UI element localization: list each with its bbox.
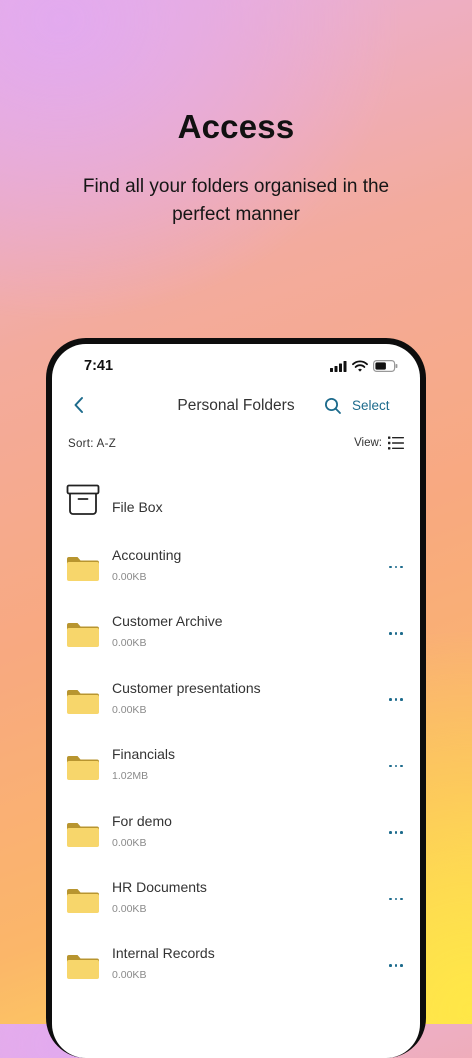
more-dot [389,831,392,834]
folder-icon [67,756,99,781]
more-dot [389,964,392,967]
folder-icon [67,557,99,581]
list-view-icon [388,436,404,450]
folder-icon [67,623,99,648]
more-dot [394,632,398,635]
more-dot [389,565,392,569]
more-dot [394,764,398,768]
archive-box-icon [66,484,100,515]
folder-name: Customer presentations [112,679,261,696]
folder-size: 0.00KB [112,703,147,716]
more-dot [394,964,398,967]
search-icon[interactable] [324,397,342,415]
folder-row[interactable]: Internal Records 0.00KB [52,938,420,1004]
select-button[interactable]: Select [352,398,390,413]
phone-frame: 7:41 Personal Folders Select Sort: A-Z V… [46,338,426,1058]
view-toggle[interactable]: View: [354,436,404,450]
folder-size: 1.02MB [112,770,149,783]
more-dot [400,964,403,967]
list-toolbar: Sort: A-Z View: [52,432,420,460]
more-dot [389,632,392,635]
folder-size: 0.00KB [112,969,147,982]
folder-size: 0.00KB [112,637,147,650]
file-box-row[interactable]: File Box [66,484,406,524]
folder-size: 0.00KB [112,571,147,583]
status-bar: 7:41 [52,344,420,386]
folder-list: Accounting 0.00KB Customer Archive 0.00K… [52,540,420,1005]
folder-name: For demo [112,812,172,829]
folder-icon [67,888,99,913]
subline: Find all your folders organised in the p… [82,176,390,225]
more-options-icon[interactable] [386,759,406,773]
folder-icon [67,822,99,847]
file-box-label: File Box [112,499,163,515]
more-dot [400,632,403,635]
battery-icon [373,360,398,372]
more-dot [400,831,403,834]
folder-name: Accounting [112,547,182,563]
folder-name: HR Documents [112,878,207,895]
signal-icon [330,360,347,372]
more-dot [400,698,403,702]
more-dot [394,831,398,834]
more-options-icon[interactable] [386,826,406,840]
more-dot [400,764,403,768]
more-dot [389,764,392,768]
headline: Access [177,108,295,145]
sort-button[interactable]: Sort: A-Z [68,438,116,450]
folder-size: 0.00KB [112,902,147,915]
folder-row[interactable]: Financials 1.02MB [52,739,420,805]
more-options-icon[interactable] [386,626,406,640]
phone-screen: 7:41 Personal Folders Select Sort: A-Z V… [52,344,420,1058]
folder-size: 0.00KB [112,836,147,849]
nav-bar: Personal Folders Select [52,388,420,424]
view-label: View: [354,437,382,449]
more-dot [400,565,403,569]
folder-row[interactable]: Customer presentations 0.00KB [52,673,420,739]
folder-row[interactable]: HR Documents 0.00KB [52,872,420,938]
folder-name: Internal Records [112,945,215,962]
folder-row[interactable]: Accounting 0.00KB [52,540,420,606]
folder-row[interactable]: For demo 0.00KB [52,806,420,872]
folder-icon [67,689,99,714]
more-dot [389,698,392,702]
folder-row[interactable]: Customer Archive 0.00KB [52,606,420,672]
more-options-icon[interactable] [386,693,406,707]
more-dot [400,897,403,901]
more-options-icon[interactable] [386,560,406,574]
status-icons [330,360,398,372]
more-dot [394,698,398,702]
folder-icon [67,955,99,980]
folder-name: Customer Archive [112,613,223,630]
more-dot [394,897,398,901]
more-dot [389,897,392,901]
wifi-icon [352,360,368,372]
status-time: 7:41 [84,358,114,374]
folder-name: Financials [112,746,176,763]
more-options-icon[interactable] [386,958,406,972]
more-options-icon[interactable] [386,892,406,906]
more-dot [394,565,398,569]
